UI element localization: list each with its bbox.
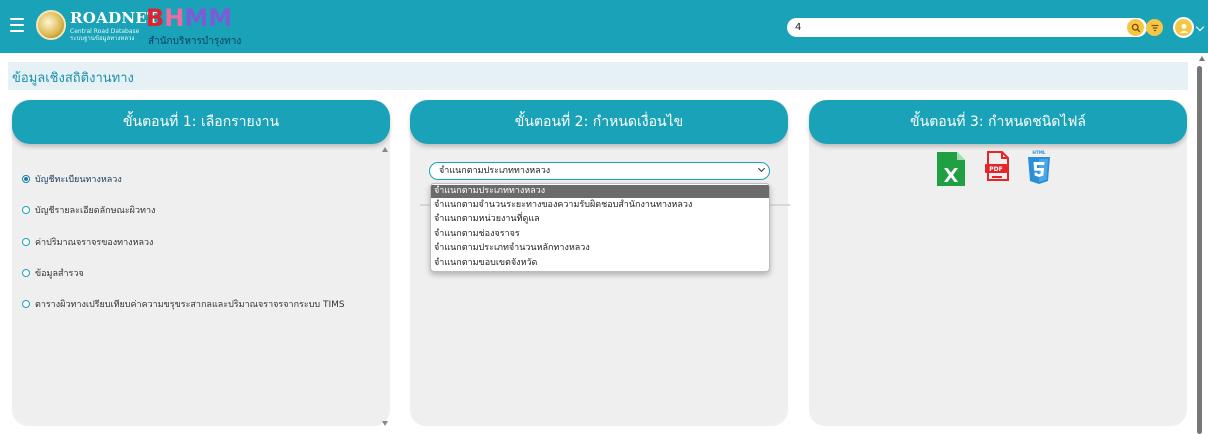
department-logo (36, 10, 66, 40)
step3-panel: ขั้นตอนที่ 3: กำหนดชนิดไฟล์ (809, 100, 1187, 426)
dropdown-option[interactable]: จำแนกตามขอบเขตจังหวัด (431, 257, 769, 270)
search-input[interactable] (787, 18, 1147, 37)
step1-panel: ขั้นตอนที่ 1: เลือกรายงาน (12, 100, 390, 426)
step1-header: ขั้นตอนที่ 1: เลือกรายงาน (12, 100, 390, 144)
radio-button[interactable] (22, 206, 30, 214)
report-option-highway-registry[interactable]: บัญชีทะเบียนทางหลวง (22, 172, 122, 186)
brand-subtitle-th: ระบบฐานข้อมูลทางหลวง (70, 35, 135, 42)
bhmm-letter-m2: M (208, 4, 233, 32)
bhmm-letter-h: H (164, 4, 185, 32)
report-option-label: ข้อมูลสำรวจ (35, 269, 84, 279)
step2-header: ขั้นตอนที่ 2: กำหนดเงื่อนไข (410, 100, 788, 144)
bhmm-letter-b: B (146, 4, 165, 32)
radio-button[interactable] (22, 300, 30, 308)
step3-header: ขั้นตอนที่ 3: กำหนดชนิดไฟล์ (809, 100, 1187, 144)
report-option-tims-comparison[interactable]: ตารางผิวทางเปรียบเทียบค่าความขรุขระสากลแ… (22, 297, 345, 311)
pdf-icon[interactable]: PDF (984, 150, 1012, 182)
radio-button[interactable] (22, 269, 30, 277)
page-title-bar (8, 62, 1188, 90)
list-scroll-down-icon[interactable] (382, 421, 388, 426)
list-scroll-up-icon[interactable] (382, 147, 388, 152)
radio-button[interactable] (22, 175, 30, 183)
filter-icon (1151, 24, 1158, 31)
search-icon (1131, 23, 1140, 32)
bhmm-letter-m1: M (184, 4, 209, 32)
brand-subtitle: Central Road Database ระบบฐานข้อมูลทางหล… (70, 28, 139, 42)
report-option-label: บัญชีทะเบียนทางหลวง (35, 175, 122, 185)
dropdown-option[interactable]: จำแนกตามจำนวนระยะทางของความรับผิดชอบสำนั… (431, 199, 769, 212)
report-option-survey-data[interactable]: ข้อมูลสำรวจ (22, 266, 84, 280)
search-button[interactable] (1127, 19, 1144, 36)
bhmm-subtitle: สำนักบริหารบำรุงทาง (148, 36, 242, 47)
bhmm-logo: BHMM (146, 6, 232, 30)
filter-button[interactable] (1146, 19, 1163, 36)
svg-text:PDF: PDF (989, 166, 1002, 173)
page-scrollbar[interactable] (1197, 66, 1202, 434)
page-title: ข้อมูลเชิงสถิติงานทาง (12, 71, 134, 86)
report-option-label: ตารางผิวทางเปรียบเทียบค่าความขรุขระสากลแ… (35, 300, 345, 310)
dropdown-option[interactable]: จำแนกตามประเภทจำนวนหลักทางหลวง (431, 242, 769, 255)
user-avatar[interactable] (1173, 17, 1194, 38)
report-option-surface-details[interactable]: บัญชีรายละเอียดลักษณะผิวทาง (22, 203, 155, 217)
dropdown-option[interactable]: จำแนกตามประเภททางหลวง (431, 185, 769, 198)
excel-icon[interactable] (935, 150, 967, 188)
svg-text:HTML: HTML (1032, 150, 1046, 155)
report-option-label: บัญชีรายละเอียดลักษณะผิวทาง (35, 206, 156, 216)
radio-button[interactable] (22, 238, 30, 246)
condition-select[interactable]: จำแนกตามประเภททางหลวง (429, 162, 770, 180)
html5-icon[interactable]: HTML (1026, 150, 1052, 186)
dropdown-option[interactable]: จำแนกตามหน่วยงานที่ดูแล (431, 213, 769, 226)
report-option-label: ค่าปริมาณจราจรของทางหลวง (35, 238, 154, 248)
user-icon (1179, 23, 1188, 33)
brand-subtitle-en: Central Road Database (70, 28, 140, 35)
menu-icon[interactable] (10, 18, 24, 32)
page-scroll-up-icon[interactable] (1199, 56, 1205, 61)
report-option-traffic-volume[interactable]: ค่าปริมาณจราจรของทางหลวง (22, 235, 153, 249)
condition-dropdown-list: จำแนกตามประเภททางหลวง จำแนกตามจำนวนระยะท… (430, 183, 770, 272)
dropdown-option[interactable]: จำแนกตามช่องจราจร (431, 228, 769, 241)
